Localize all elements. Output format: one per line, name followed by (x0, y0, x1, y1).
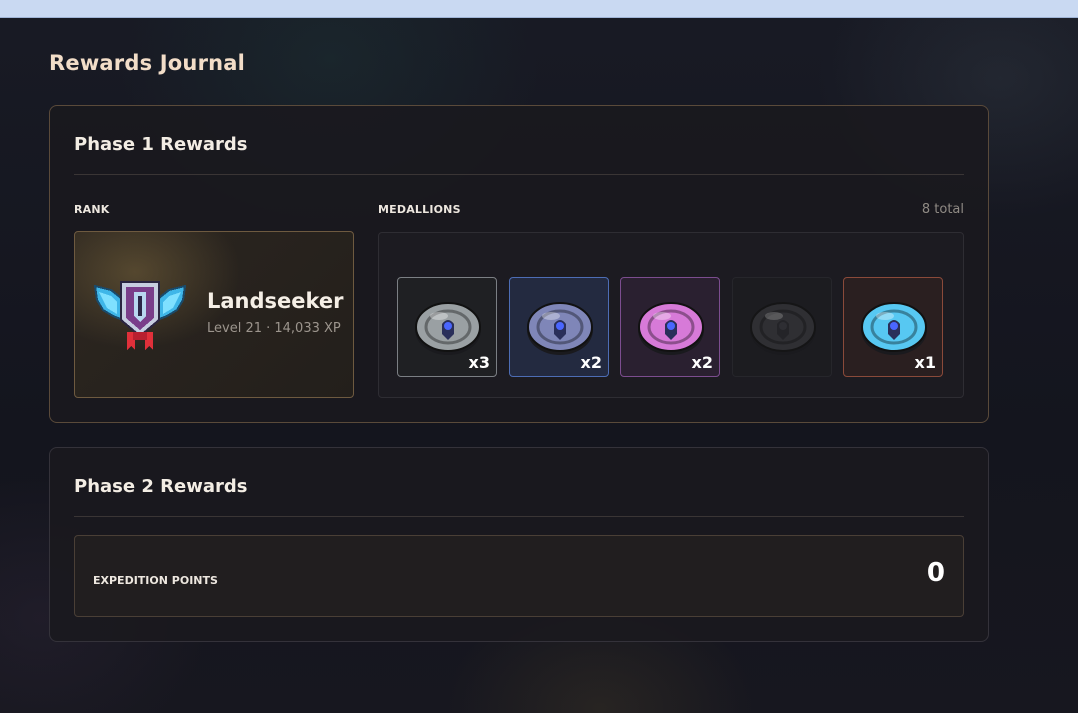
phase-2-divider (74, 516, 964, 517)
expedition-points-value: 0 (926, 558, 945, 588)
phase-1-rewards-card: Phase 1 Rewards RANK MEDALLIONS 8 total … (49, 105, 989, 423)
medallions-total: 8 total (921, 202, 964, 217)
rank-name: Landseeker (207, 289, 344, 313)
medallion-tile[interactable]: x3 (397, 277, 497, 377)
medallion-tile[interactable]: x2 (509, 277, 609, 377)
page-title: Rewards Journal (49, 51, 246, 75)
rank-panel: Landseeker Level 21 · 14,033 XP (74, 231, 354, 398)
medallions-panel: x3 x2 x2 x1 (378, 232, 964, 398)
cyan-medallion-icon (861, 302, 927, 355)
phase-2-title: Phase 2 Rewards (74, 476, 248, 497)
rank-label: RANK (74, 203, 110, 216)
pink-medallion-icon (638, 302, 704, 355)
medallion-count: x2 (691, 353, 713, 372)
winged-crest-icon (93, 281, 187, 350)
expedition-points-label: EXPEDITION POINTS (93, 574, 218, 587)
medallion-count: x3 (468, 353, 490, 372)
gray-medallion-icon (415, 302, 481, 355)
medallion-count: x1 (914, 353, 936, 372)
blue-medallion-icon (527, 302, 593, 355)
browser-top-bar (0, 0, 1078, 18)
phase-1-title: Phase 1 Rewards (74, 134, 248, 155)
medallion-tile[interactable] (732, 277, 832, 377)
phase-1-divider (74, 174, 964, 175)
medallion-count: x2 (580, 353, 602, 372)
phase-2-rewards-card: Phase 2 Rewards EXPEDITION POINTS 0 (49, 447, 989, 642)
rank-level-xp: Level 21 · 14,033 XP (207, 321, 341, 336)
expedition-points-panel: EXPEDITION POINTS 0 (74, 535, 964, 617)
medallion-tile[interactable]: x2 (620, 277, 720, 377)
dark-medallion-icon (750, 302, 816, 355)
medallions-label: MEDALLIONS (378, 203, 461, 216)
medallion-tile[interactable]: x1 (843, 277, 943, 377)
